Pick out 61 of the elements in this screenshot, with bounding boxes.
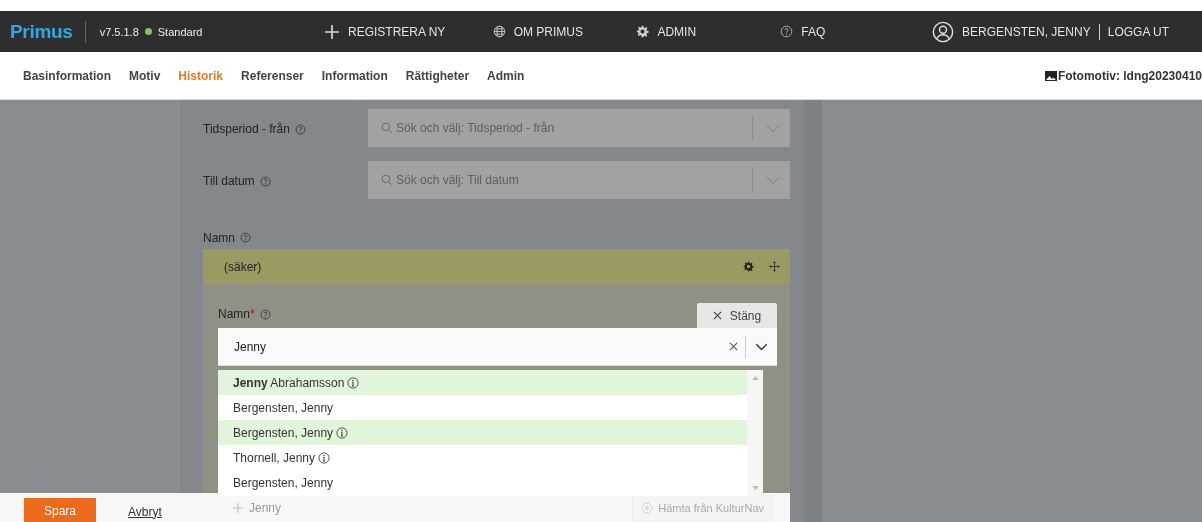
nav-link[interactable]: REGISTRERA NY	[324, 23, 493, 40]
close-button[interactable]: Stäng	[697, 303, 777, 328]
plus-icon	[324, 23, 340, 40]
name-combobox[interactable]: Jenny	[218, 328, 777, 366]
gear-icon[interactable]	[743, 261, 754, 272]
tab[interactable]: Motiv	[129, 68, 161, 83]
search-icon	[381, 122, 393, 134]
nav-link[interactable]: FAQ	[780, 24, 924, 39]
name-item-header[interactable]: (säker)	[203, 249, 790, 284]
search-select-field[interactable]: Sök och välj: Tidsperiod - från	[368, 109, 790, 147]
globe-icon	[492, 25, 506, 38]
record-title: Fotomotiv: ldng20230410	[1057, 68, 1202, 83]
dropdown-option[interactable]: Bergensten, Jenny	[218, 395, 747, 420]
search-input[interactable]: Sök och välj: Tidsperiod - från	[393, 120, 752, 136]
app-logo[interactable]: Primus	[10, 20, 73, 43]
info-icon[interactable]	[347, 376, 360, 389]
item-title: (säker)	[224, 259, 263, 274]
plus-circle-icon	[641, 501, 654, 514]
help-icon[interactable]	[259, 175, 271, 187]
dropdown-option[interactable]: Bergensten, Jenny	[218, 420, 747, 445]
tab[interactable]: Information	[321, 68, 388, 83]
tab[interactable]: Referenser	[241, 68, 304, 83]
name-input[interactable]: Jenny	[232, 338, 729, 355]
environment-text: Standard	[157, 25, 203, 38]
info-icon[interactable]	[318, 451, 331, 464]
version-text: v7.5.1.8	[99, 25, 139, 38]
logout-link[interactable]: LOGGA UT	[1107, 24, 1170, 39]
help-icon[interactable]	[294, 123, 306, 135]
status-dot	[144, 28, 152, 35]
image-icon	[1044, 70, 1057, 81]
field-label: Tidsperiod - från	[203, 122, 290, 136]
dropdown-option[interactable]: Bergensten, Jenny	[218, 470, 747, 495]
scroll-up-icon[interactable]	[751, 376, 759, 380]
search-icon	[381, 174, 393, 187]
clear-icon[interactable]	[729, 342, 738, 351]
dropdown-option[interactable]: Jenny Abrahamsson	[218, 370, 747, 395]
info-icon[interactable]	[336, 426, 349, 439]
search-input[interactable]: Sök och välj: Till datum	[393, 172, 752, 189]
scroll-down-icon[interactable]	[751, 486, 759, 490]
gear-icon	[636, 25, 650, 38]
dropdown-option[interactable]: Thornell, Jenny	[218, 445, 747, 470]
help-icon	[780, 25, 794, 38]
plus-icon	[232, 501, 244, 514]
move-icon[interactable]	[769, 261, 780, 272]
field-label: Namn*	[218, 307, 255, 321]
tab[interactable]: Admin	[487, 68, 525, 83]
tab[interactable]: Rättigheter	[405, 68, 470, 83]
help-icon[interactable]	[240, 232, 251, 244]
tab[interactable]: Basinformation	[23, 68, 111, 83]
scrollbar[interactable]	[747, 370, 763, 496]
user-name: BERGENSTEN, JENNY	[962, 24, 1091, 39]
nav-link[interactable]: OM PRIMUS	[492, 24, 637, 39]
chevron-down-icon[interactable]	[755, 342, 768, 351]
help-icon[interactable]	[259, 308, 271, 320]
cancel-link[interactable]: Avbryt	[128, 504, 162, 519]
user-avatar-icon[interactable]	[932, 20, 954, 43]
close-icon	[712, 311, 722, 320]
search-select-field[interactable]: Sök och välj: Till datum	[368, 161, 790, 200]
nav-link[interactable]: ADMIN	[636, 24, 781, 39]
section-label: Namn	[203, 230, 235, 245]
field-label: Till datum	[203, 174, 255, 189]
